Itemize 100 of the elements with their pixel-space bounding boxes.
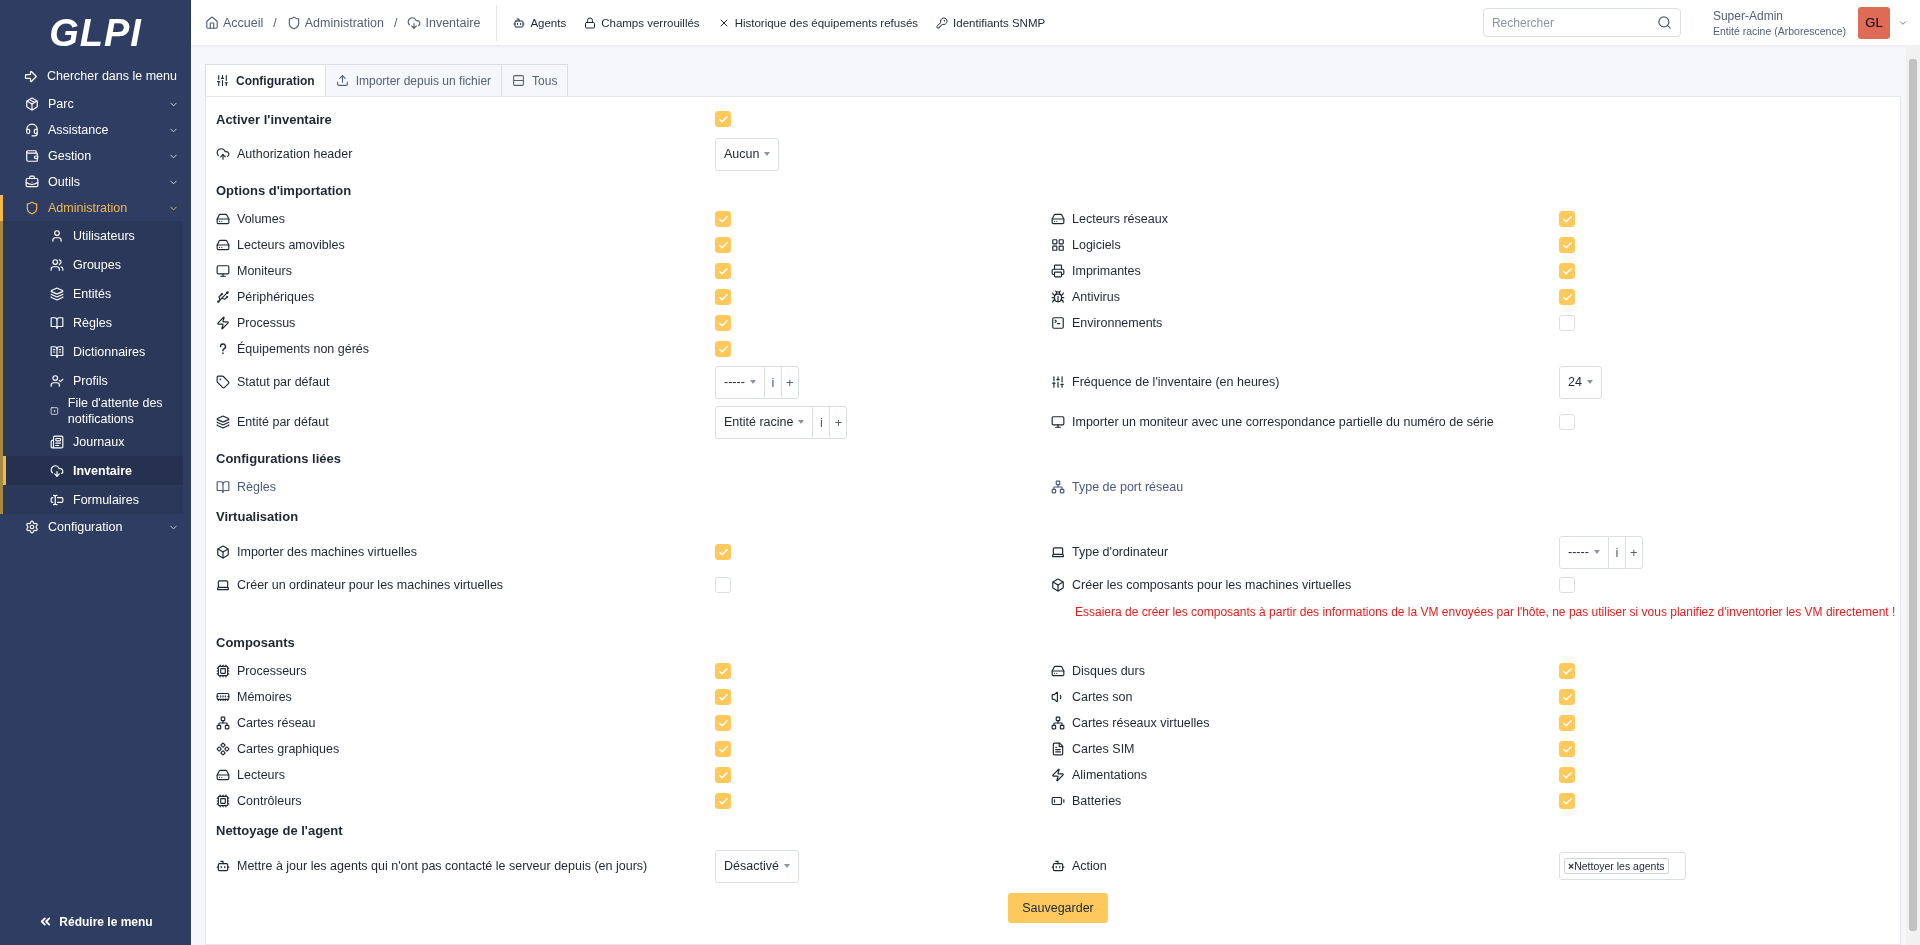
submenu-item[interactable]: Formulaires bbox=[3, 485, 183, 514]
checkbox[interactable] bbox=[715, 315, 731, 331]
monitor-icon bbox=[216, 264, 230, 278]
menu-item[interactable]: Gestion bbox=[0, 143, 191, 169]
tab[interactable]: Tous bbox=[501, 64, 569, 96]
search-field[interactable]: Rechercher bbox=[1482, 8, 1681, 37]
checkbox[interactable] bbox=[715, 263, 731, 279]
submenu-item[interactable]: Journaux bbox=[3, 427, 183, 456]
printer-icon bbox=[1051, 264, 1065, 278]
form-icon bbox=[50, 492, 64, 507]
section-title: Activer l'inventaire bbox=[216, 110, 333, 129]
checkbox[interactable] bbox=[1559, 289, 1575, 305]
toolbar-link[interactable]: Identifiants SNMP bbox=[936, 16, 1046, 29]
checkbox[interactable] bbox=[1559, 263, 1575, 279]
menu-item[interactable]: Parc bbox=[0, 91, 191, 117]
tab[interactable]: Configuration bbox=[205, 64, 326, 96]
cloud-upload-icon bbox=[216, 147, 230, 161]
field-label: Créer les composants pour les machines virtuelles bbox=[1072, 578, 1352, 592]
user-check-icon bbox=[50, 373, 64, 388]
checkbox[interactable] bbox=[715, 341, 731, 357]
checkbox[interactable] bbox=[1559, 689, 1575, 705]
check-icon bbox=[1561, 743, 1573, 755]
section-title: Composants bbox=[216, 633, 296, 652]
submenu-item[interactable]: File d'attente des notifications bbox=[3, 395, 183, 427]
section-title: Configurations liées bbox=[216, 449, 342, 468]
checkbox[interactable] bbox=[715, 544, 731, 560]
checkbox[interactable] bbox=[715, 767, 731, 783]
checkbox[interactable] bbox=[1559, 577, 1575, 593]
checkbox[interactable] bbox=[715, 663, 731, 679]
menu-item[interactable]: Outils bbox=[0, 169, 191, 195]
grid-icon bbox=[1051, 238, 1065, 252]
sliders-icon bbox=[1051, 375, 1065, 389]
dropdown[interactable]: 24 bbox=[1559, 365, 1602, 399]
toolbox-icon bbox=[25, 175, 39, 189]
checkbox[interactable] bbox=[715, 689, 731, 705]
toolbar-link[interactable]: Champs verrouillés bbox=[584, 16, 700, 29]
tag-field[interactable]: ×Nettoyer les agents bbox=[1559, 852, 1686, 880]
scrollbar[interactable] bbox=[1906, 45, 1920, 945]
checkbox[interactable] bbox=[715, 289, 731, 305]
field-label: Cartes réseau bbox=[237, 716, 316, 730]
breadcrumb-link[interactable]: Inventaire bbox=[407, 15, 481, 30]
avatar[interactable]: GL bbox=[1858, 6, 1890, 39]
submenu-item[interactable]: Règles bbox=[3, 308, 183, 337]
field-label: Type d'ordinateur bbox=[1072, 545, 1169, 559]
checkbox[interactable] bbox=[1559, 315, 1575, 331]
menu-item[interactable]: Assistance bbox=[0, 117, 191, 143]
check-icon bbox=[717, 743, 729, 755]
check-icon bbox=[1561, 265, 1573, 277]
info-button[interactable]: i bbox=[813, 405, 831, 439]
dropdown[interactable]: ----- bbox=[715, 365, 765, 399]
collapse-menu-link[interactable]: Réduire le menu bbox=[38, 914, 153, 929]
toolbar-link[interactable]: Historique des équipements refusés bbox=[717, 16, 919, 29]
checkbox[interactable] bbox=[715, 577, 731, 593]
search-icon[interactable] bbox=[1656, 15, 1672, 30]
network-icon bbox=[216, 716, 230, 730]
submenu-item[interactable]: Inventaire bbox=[3, 456, 183, 485]
breadcrumb-link[interactable]: Administration bbox=[286, 15, 384, 30]
checkbox[interactable] bbox=[715, 715, 731, 731]
toolbar-link[interactable]: Agents bbox=[513, 16, 567, 29]
dropdown[interactable]: ----- bbox=[1559, 535, 1609, 569]
checkbox[interactable] bbox=[715, 793, 731, 809]
checkbox[interactable] bbox=[1559, 414, 1575, 430]
breadcrumb-link[interactable]: Accueil bbox=[205, 15, 264, 30]
tag-icon bbox=[216, 375, 230, 389]
field-label: Antivirus bbox=[1072, 290, 1120, 304]
checkbox[interactable] bbox=[1559, 793, 1575, 809]
tag[interactable]: ×Nettoyer les agents bbox=[1564, 858, 1669, 874]
submenu-item[interactable]: Entités bbox=[3, 279, 183, 308]
submenu-item[interactable]: Profils bbox=[3, 366, 183, 395]
submenu-item[interactable]: Utilisateurs bbox=[3, 221, 183, 250]
checkbox[interactable] bbox=[1559, 237, 1575, 253]
checkbox[interactable] bbox=[715, 237, 731, 253]
submenu-item[interactable]: Dictionnaires bbox=[3, 337, 183, 366]
check-icon bbox=[717, 213, 729, 225]
checkbox[interactable] bbox=[1559, 211, 1575, 227]
menu-item[interactable]: Configuration bbox=[0, 514, 191, 540]
field-label: Cartes graphiques bbox=[237, 742, 340, 756]
submenu-item[interactable]: Groupes bbox=[3, 250, 183, 279]
chip-icon bbox=[216, 664, 230, 678]
checkbox[interactable] bbox=[1559, 715, 1575, 731]
headset-icon bbox=[25, 123, 39, 137]
checkbox[interactable] bbox=[1559, 663, 1575, 679]
dropdown[interactable]: Désactivé bbox=[715, 849, 799, 883]
chip-icon bbox=[216, 794, 230, 808]
menu-search-link[interactable]: Chercher dans le menu bbox=[0, 63, 191, 89]
checkbox[interactable] bbox=[715, 111, 731, 127]
link[interactable]: Règles bbox=[237, 480, 276, 494]
checkbox[interactable] bbox=[715, 211, 731, 227]
check-icon bbox=[717, 546, 729, 558]
save-button[interactable]: Sauvegarder bbox=[1008, 893, 1108, 923]
check-icon bbox=[1561, 239, 1573, 251]
link[interactable]: Type de port réseau bbox=[1072, 480, 1184, 494]
dropdown[interactable]: Aucun bbox=[715, 137, 780, 171]
add-button[interactable]: + bbox=[830, 405, 848, 439]
field-label: Importer des machines virtuelles bbox=[237, 545, 417, 559]
checkbox[interactable] bbox=[715, 741, 731, 757]
checkbox[interactable] bbox=[1559, 767, 1575, 783]
cloud-download-icon bbox=[50, 463, 64, 478]
field-label: Environnements bbox=[1072, 316, 1163, 330]
checkbox[interactable] bbox=[1559, 741, 1575, 757]
